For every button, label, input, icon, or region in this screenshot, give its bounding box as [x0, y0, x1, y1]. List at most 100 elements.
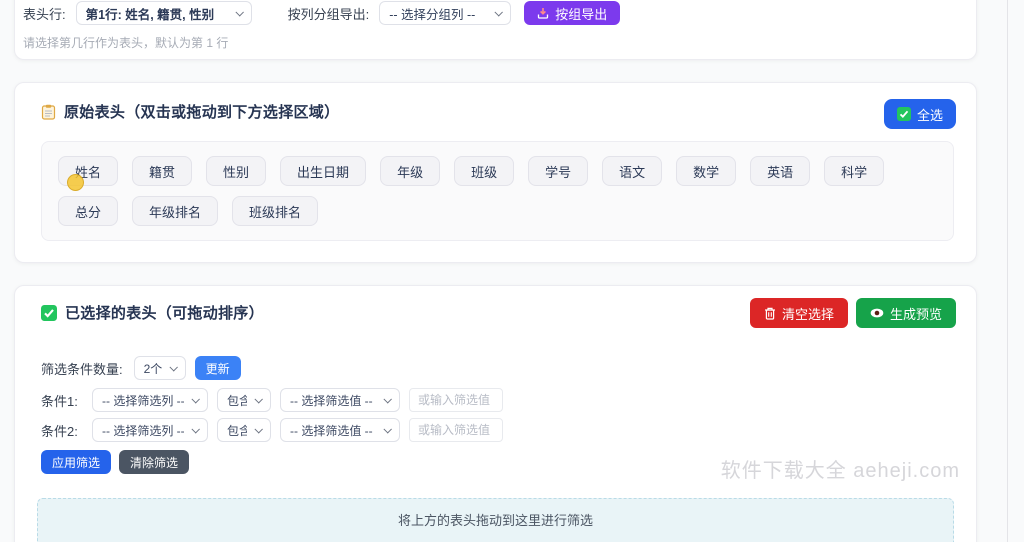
- header-tag[interactable]: 年级排名: [132, 196, 219, 226]
- original-headers-header: 原始表头（双击或拖动到下方选择区域）: [41, 101, 339, 122]
- page: 表头行: 第1行: 姓名, 籍贯, 性别 按列分组导出: -- 选择分组列 --…: [0, 0, 1024, 542]
- group-export-label: 按列分组导出:: [287, 6, 370, 22]
- select-all-button[interactable]: 全选: [883, 99, 956, 129]
- condition-2-column-value: -- 选择筛选列 --: [102, 423, 184, 438]
- condition-1-value-input[interactable]: [409, 388, 503, 412]
- condition-1-operator-select[interactable]: 包含: [217, 388, 271, 412]
- header-tag-label: 籍贯: [149, 164, 176, 180]
- filter-count-row: 筛选条件数量: 2个 更新: [41, 356, 241, 380]
- header-tag[interactable]: 年级: [380, 156, 441, 186]
- header-tag[interactable]: 籍贯: [132, 156, 193, 186]
- group-column-select-value: -- 选择分组列 --: [389, 7, 476, 22]
- condition-2-value-value: -- 选择筛选值 --: [290, 423, 373, 438]
- page-right-divider: [1007, 0, 1008, 542]
- header-tag-label: 总分: [75, 204, 102, 220]
- filter-dropzone-text: 将上方的表头拖动到这里进行筛选: [397, 513, 593, 528]
- download-icon: [537, 7, 549, 19]
- update-button-label: 更新: [205, 361, 230, 376]
- condition-2-label: 条件2:: [41, 423, 78, 439]
- header-tag[interactable]: 出生日期: [280, 156, 367, 186]
- original-headers-panel: 姓名 籍贯 性别 出生日期 年级 班级 学号 语文 数学 英语 科学 总分 年级…: [41, 141, 954, 241]
- condition-1-column-select[interactable]: -- 选择筛选列 --: [92, 388, 208, 412]
- apply-filter-button-label: 应用筛选: [52, 455, 101, 470]
- eye-icon: [870, 308, 884, 318]
- condition-1-label: 条件1:: [41, 393, 78, 409]
- clear-selection-button[interactable]: 清空选择: [749, 298, 848, 328]
- condition-2-operator-value: 包含: [227, 423, 247, 438]
- filter-count-label: 筛选条件数量:: [41, 361, 123, 377]
- clear-selection-button-label: 清空选择: [781, 306, 834, 322]
- group-export-button-label: 按组导出: [555, 6, 608, 22]
- header-tag-label: 年级: [397, 164, 424, 180]
- filter-condition-row-2: 条件2: -- 选择筛选列 -- 包含 -- 选择筛选值 --: [41, 418, 503, 442]
- header-tag[interactable]: 性别: [206, 156, 267, 186]
- header-tag-label: 班级排名: [249, 204, 302, 220]
- toolbar-card: 表头行: 第1行: 姓名, 籍贯, 性别 按列分组导出: -- 选择分组列 --…: [14, 0, 977, 60]
- header-tag-label: 年级排名: [149, 204, 202, 220]
- select-all-button-label: 全选: [916, 107, 943, 123]
- condition-1-value-select[interactable]: -- 选择筛选值 --: [280, 388, 400, 412]
- checkbox-checked-icon: [41, 304, 57, 321]
- header-tag[interactable]: 科学: [824, 156, 885, 186]
- chevron-down-icon: [191, 395, 200, 404]
- header-tag-label: 语文: [619, 164, 646, 180]
- condition-2-column-select[interactable]: -- 选择筛选列 --: [92, 418, 208, 442]
- header-tag[interactable]: 学号: [528, 156, 589, 186]
- filter-dropzone[interactable]: 将上方的表头拖动到这里进行筛选: [37, 498, 954, 542]
- filter-actions-row: 应用筛选 清除筛选: [41, 450, 190, 474]
- selected-headers-title: 已选择的表头（可拖动排序）: [65, 305, 264, 322]
- condition-2-operator-select[interactable]: 包含: [217, 418, 271, 442]
- chevron-down-icon: [191, 425, 200, 434]
- generate-preview-button[interactable]: 生成预览: [855, 298, 956, 328]
- chevron-down-icon: [169, 363, 178, 372]
- chevron-down-icon: [235, 8, 244, 17]
- clear-filter-button-label: 清除筛选: [130, 455, 179, 470]
- chevron-down-icon: [383, 425, 392, 434]
- header-tag[interactable]: 班级排名: [232, 196, 319, 226]
- header-tag[interactable]: 数学: [676, 156, 737, 186]
- header-tag-label: 数学: [693, 164, 720, 180]
- condition-1-column-value: -- 选择筛选列 --: [102, 393, 184, 408]
- header-tag[interactable]: 英语: [750, 156, 811, 186]
- header-tag[interactable]: 总分: [58, 196, 119, 226]
- header-tag-label: 班级: [471, 164, 498, 180]
- header-tag-label: 出生日期: [297, 164, 350, 180]
- header-tag[interactable]: 语文: [602, 156, 663, 186]
- original-headers-title: 原始表头（双击或拖动到下方选择区域）: [64, 104, 340, 121]
- update-button[interactable]: 更新: [194, 356, 241, 380]
- selected-headers-card: 已选择的表头（可拖动排序） 清空选择 生成预览 筛选条件数量: 2个 更新 条件…: [14, 285, 977, 542]
- chevron-down-icon: [494, 8, 504, 17]
- header-tag-label: 科学: [841, 164, 868, 180]
- header-row-label: 表头行:: [23, 6, 66, 22]
- condition-1-value-value: -- 选择筛选值 --: [290, 393, 373, 408]
- condition-2-value-input[interactable]: [409, 418, 503, 442]
- toolbar-hint: 请选择第几行作为表头，默认为第 1 行: [23, 36, 229, 50]
- filter-count-select[interactable]: 2个: [133, 356, 186, 380]
- apply-filter-button[interactable]: 应用筛选: [41, 450, 112, 474]
- clear-filter-button[interactable]: 清除筛选: [119, 450, 190, 474]
- condition-2-value-select[interactable]: -- 选择筛选值 --: [280, 418, 400, 442]
- chevron-down-icon: [254, 425, 263, 434]
- group-export-button[interactable]: 按组导出: [524, 1, 621, 25]
- header-tag[interactable]: 姓名: [58, 156, 119, 191]
- group-column-select[interactable]: -- 选择分组列 --: [379, 1, 512, 25]
- checkbox-checked-icon: [896, 107, 911, 121]
- selected-headers-header: 已选择的表头（可拖动排序）: [41, 302, 264, 323]
- header-row-select[interactable]: 第1行: 姓名, 籍贯, 性别: [75, 1, 252, 25]
- header-tag-label: 姓名: [75, 164, 102, 180]
- header-tag-label: 性别: [223, 164, 250, 180]
- header-tag[interactable]: 班级: [454, 156, 515, 186]
- clipboard-icon: [41, 104, 56, 120]
- original-headers-card: 原始表头（双击或拖动到下方选择区域） 全选 姓名 籍贯 性别 出生日期 年级 班…: [14, 82, 977, 263]
- filter-condition-row-1: 条件1: -- 选择筛选列 -- 包含 -- 选择筛选值 --: [41, 388, 503, 412]
- trash-icon: [764, 307, 776, 320]
- header-tag-label: 英语: [767, 164, 794, 180]
- selected-headers-actions: 清空选择 生成预览: [749, 298, 956, 328]
- header-tag-label: 学号: [545, 164, 572, 180]
- chevron-down-icon: [383, 395, 392, 404]
- chevron-down-icon: [254, 395, 263, 404]
- condition-1-operator-value: 包含: [227, 393, 247, 408]
- header-row-select-value: 第1行: 姓名, 籍贯, 性别: [85, 7, 215, 22]
- toolbar-row: 表头行: 第1行: 姓名, 籍贯, 性别 按列分组导出: -- 选择分组列 --…: [23, 1, 956, 25]
- generate-preview-button-label: 生成预览: [889, 306, 942, 322]
